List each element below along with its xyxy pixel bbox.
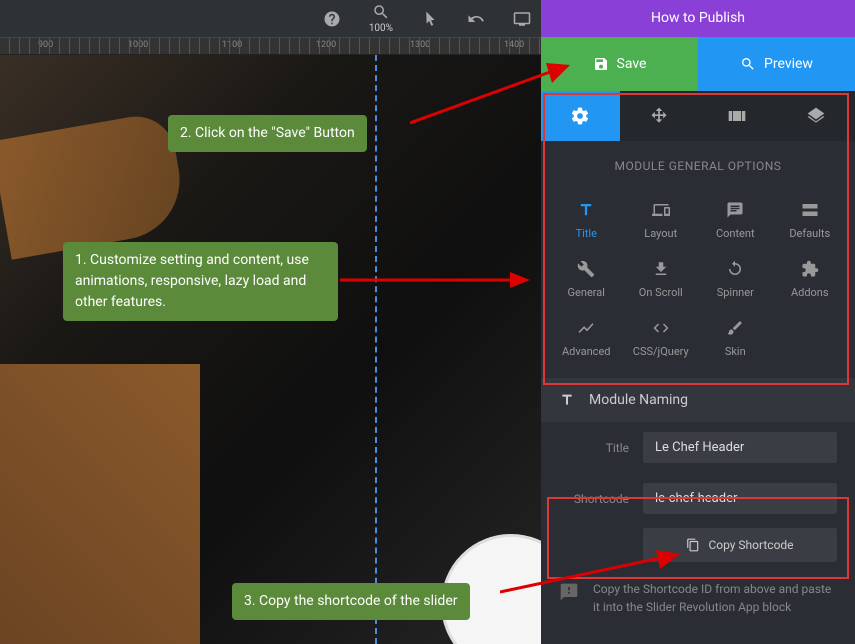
zoom-tool[interactable]: 100% [369,3,393,34]
preview-label: Preview [764,56,813,72]
ruler: 900 1000 1100 1200 1300 1400 [0,37,541,55]
action-buttons: Save Preview [541,37,855,91]
arrow-to-shortcode [500,550,680,600]
callout-shortcode: 3. Copy the shortcode of the slider [232,583,470,620]
callout-save: 2. Click on the "Save" Button [168,115,367,152]
publish-header: How to Publish [541,0,855,37]
undo-tool[interactable] [467,10,485,28]
cursor-tool[interactable] [421,10,439,28]
guide-line[interactable] [375,55,377,644]
title-input[interactable] [643,432,837,463]
help-icon[interactable] [323,10,341,28]
display-tool[interactable] [513,10,531,28]
arrow-to-save [410,60,570,130]
search-icon [740,56,756,72]
annotation-box-options [543,93,849,385]
arrow-to-options [340,270,530,290]
save-icon [593,56,609,72]
text-icon [559,392,575,408]
top-toolbar: 100% [0,0,541,37]
title-label: Title [559,441,629,455]
save-label: Save [617,56,647,72]
title-field-row: Title [541,422,855,473]
zoom-label: 100% [369,23,393,34]
callout-customize: 1. Customize setting and content, use an… [63,242,338,321]
preview-button[interactable]: Preview [698,37,855,91]
canvas-food-decor [0,474,110,614]
